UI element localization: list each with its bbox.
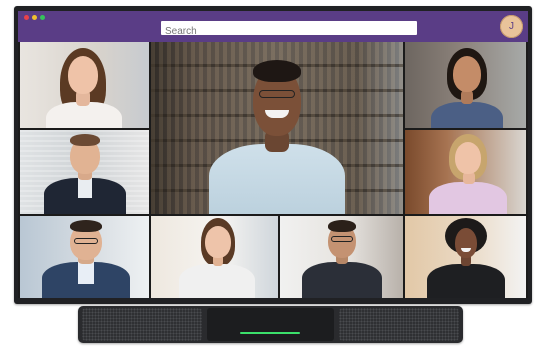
participant-video: [427, 46, 507, 128]
glasses: [331, 236, 353, 242]
participant-tile[interactable]: [20, 216, 149, 298]
glasses: [74, 238, 98, 244]
participant-tile[interactable]: [20, 130, 149, 214]
soundbar: [78, 306, 463, 343]
video-call-window: Search J: [18, 11, 528, 298]
participant-tile[interactable]: [280, 216, 403, 298]
participant-video: [427, 134, 509, 214]
close-window-button[interactable]: [24, 15, 29, 20]
avatar-initial: J: [509, 21, 514, 32]
glasses: [259, 90, 295, 98]
minimize-window-button[interactable]: [32, 15, 37, 20]
participant-tile[interactable]: [405, 130, 526, 214]
title-bar: Search J: [18, 11, 528, 42]
search-input[interactable]: Search: [161, 21, 417, 37]
speaker-grille-left: [82, 308, 202, 341]
participant-video: [209, 48, 345, 214]
participant-video: [175, 218, 259, 298]
participant-video: [423, 218, 509, 298]
maximize-window-button[interactable]: [40, 15, 45, 20]
search-placeholder: Search: [165, 26, 197, 37]
participant-tile-active-speaker[interactable]: [151, 42, 403, 214]
participant-tile[interactable]: [151, 216, 278, 298]
participant-video: [38, 218, 134, 298]
participant-tile[interactable]: [405, 42, 526, 128]
participant-video: [44, 46, 124, 128]
participant-tile[interactable]: [20, 42, 149, 128]
participant-video: [300, 218, 384, 298]
video-grid: [18, 42, 528, 298]
speaker-grille-right: [339, 308, 459, 341]
window-controls: [24, 15, 45, 20]
camera-status-light: [240, 332, 300, 334]
participant-video: [40, 134, 130, 214]
user-avatar[interactable]: J: [500, 15, 523, 38]
camera-module: [207, 308, 334, 341]
participant-tile[interactable]: [405, 216, 526, 298]
